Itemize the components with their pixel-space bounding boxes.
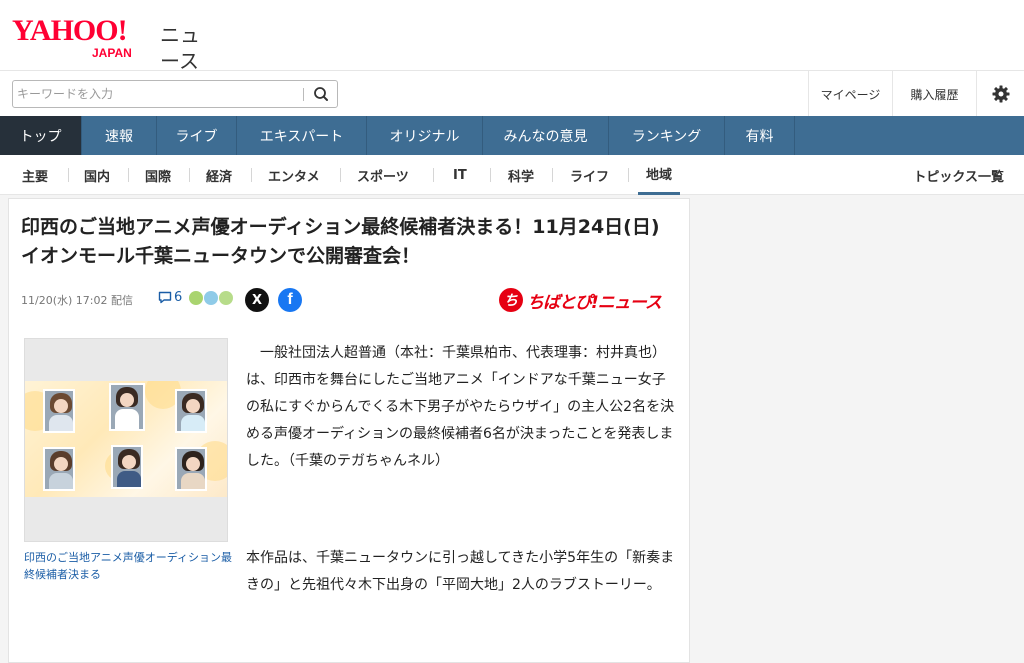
search-box — [12, 80, 338, 108]
mypage-link[interactable]: マイページ — [808, 71, 892, 117]
reaction-face-icon — [189, 291, 203, 305]
source-name: ちばとぴ!ニュース — [527, 292, 662, 313]
reaction-face-icon — [204, 291, 218, 305]
tab-breaking[interactable]: 速報 — [82, 116, 157, 155]
site-header: YAHOO! JAPAN ニュース — [0, 0, 1024, 73]
category-nav: 主要 国内 国際 経済 エンタメ スポーツ IT 科学 ライフ 地域 トピックス… — [0, 155, 1024, 195]
comments-link[interactable]: 6 — [158, 290, 182, 305]
portrait-photo — [43, 447, 75, 491]
article-image[interactable] — [24, 338, 228, 542]
article: 印西のご当地アニメ声優オーディション最終候補者決まる！11月24日(日)イオンモ… — [8, 198, 690, 663]
service-name: ニュース — [160, 23, 200, 73]
logo-text: YAHOO! — [12, 14, 128, 47]
category-divider — [128, 168, 129, 182]
tab-opinions[interactable]: みんなの意見 — [483, 116, 609, 155]
reaction-faces[interactable] — [189, 291, 234, 305]
logo-sub: JAPAN — [92, 46, 132, 60]
category-local[interactable]: 地域 — [638, 155, 681, 195]
topics-list-link[interactable]: トピックス一覧 — [913, 155, 1004, 195]
tab-ranking[interactable]: ランキング — [609, 116, 725, 155]
search-icon — [314, 87, 328, 101]
category-it[interactable]: IT — [453, 155, 467, 195]
image-caption[interactable]: 印西のご当地アニメ声優オーディション最終候補者決まる — [24, 549, 234, 583]
portrait-photo — [111, 445, 143, 489]
comment-count: 6 — [174, 290, 183, 305]
category-divider — [340, 168, 341, 182]
image-collage — [25, 381, 227, 497]
category-main[interactable]: 主要 — [22, 155, 48, 195]
search-input[interactable] — [17, 84, 307, 104]
category-economy[interactable]: 経済 — [206, 155, 232, 195]
search-bar-row: マイページ 購入履歴 — [0, 70, 1024, 117]
tab-live[interactable]: ライブ — [157, 116, 237, 155]
category-divider — [552, 168, 553, 182]
share-x-button[interactable]: X — [245, 288, 269, 312]
category-international[interactable]: 国際 — [145, 155, 171, 195]
tab-original[interactable]: オリジナル — [367, 116, 483, 155]
category-divider — [68, 168, 69, 182]
category-divider — [251, 168, 252, 182]
portrait-photo — [175, 447, 207, 491]
search-divider — [303, 88, 304, 101]
category-divider — [490, 168, 491, 182]
user-nav: マイページ 購入履歴 — [808, 71, 1024, 117]
article-paragraph: 一般社団法人超普通（本社：千葉県柏市、代表理事：村井真也）は、印西市を舞台にした… — [246, 345, 675, 469]
share-facebook-button[interactable]: f — [278, 288, 302, 312]
main-nav: トップ 速報 ライブ エキスパート オリジナル みんなの意見 ランキング 有料 — [0, 116, 1024, 155]
reaction-face-icon — [219, 291, 233, 305]
article-paragraph: 本作品は、千葉ニュータウンに引っ越してきた小学5年生の「新奏まきの」と先祖代々木… — [246, 550, 675, 593]
article-headline: 印西のご当地アニメ声優オーディション最終候補者決まる！11月24日(日)イオンモ… — [21, 216, 660, 267]
portrait-photo — [175, 389, 207, 433]
category-life[interactable]: ライフ — [570, 155, 609, 195]
tab-paid[interactable]: 有料 — [725, 116, 795, 155]
purchase-history-link[interactable]: 購入履歴 — [892, 71, 976, 117]
category-domestic[interactable]: 国内 — [84, 155, 110, 195]
portrait-photo — [43, 389, 75, 433]
category-science[interactable]: 科学 — [508, 155, 534, 195]
category-divider — [628, 168, 629, 182]
article-date: 11/20(水) 17:02 配信 — [21, 294, 133, 307]
tab-expert[interactable]: エキスパート — [237, 116, 367, 155]
page: YAHOO! JAPAN ニュース マイページ 購入履歴 — [0, 0, 1024, 663]
comment-icon — [158, 291, 172, 304]
category-sports[interactable]: スポーツ — [357, 155, 409, 195]
settings-button[interactable] — [976, 71, 1024, 117]
category-divider — [433, 168, 434, 182]
tab-top[interactable]: トップ — [0, 116, 82, 155]
source-logo[interactable]: ち ちばとぴ!ニュース — [499, 287, 662, 313]
gear-icon — [992, 85, 1009, 103]
portrait-photo — [109, 383, 145, 431]
search-button[interactable] — [309, 83, 333, 105]
category-entertainment[interactable]: エンタメ — [268, 155, 320, 195]
yahoo-news-logo[interactable]: YAHOO! JAPAN ニュース — [12, 14, 212, 73]
source-mark-icon: ち — [499, 288, 523, 312]
category-divider — [189, 168, 190, 182]
